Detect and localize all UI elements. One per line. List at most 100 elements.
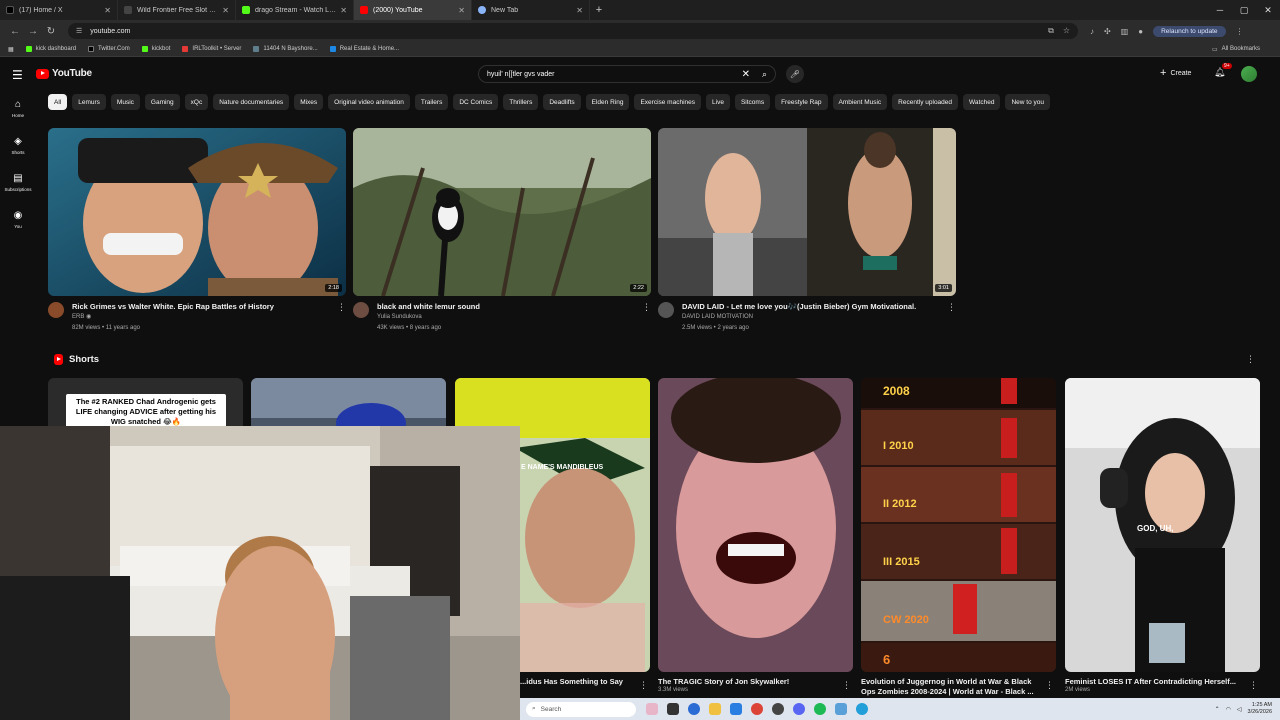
- apps-icon[interactable]: ▦: [8, 46, 14, 53]
- rail-item-you[interactable]: ◉ You: [0, 201, 36, 238]
- search-icon[interactable]: ⌕: [762, 69, 767, 80]
- more-options-icon[interactable]: ⋮: [337, 302, 346, 313]
- chrome-icon[interactable]: [751, 703, 763, 715]
- maximize-icon[interactable]: ▢: [1232, 0, 1256, 20]
- search-box[interactable]: hyuil' n[[tler gvs vader ✕ ⌕: [478, 65, 776, 83]
- short-title[interactable]: The TRAGIC Story of Jon Skywalker!: [658, 677, 838, 687]
- more-options-icon[interactable]: ⋮: [1045, 680, 1054, 691]
- chip[interactable]: Live: [706, 94, 730, 110]
- tab-kick-stream[interactable]: drago Stream - Watch Live on K... ✕: [236, 0, 354, 20]
- video-card[interactable]: 3:01 DAVID LAID - Let me love you🎶(Justi…: [658, 128, 956, 334]
- rail-item-shorts[interactable]: ◈ Shorts: [0, 127, 36, 164]
- more-options-icon[interactable]: ⋮: [842, 680, 851, 691]
- create-button[interactable]: + Create: [1160, 67, 1191, 79]
- chip[interactable]: Recently uploaded: [892, 94, 959, 110]
- tab-youtube[interactable]: (2000) YouTube ✕: [354, 0, 472, 20]
- bookmark-real-estate[interactable]: Real Estate & Home...: [329, 46, 399, 52]
- obs-icon[interactable]: [772, 703, 784, 715]
- short-card[interactable]: 2008 I 2010 II 2012 III 2015 CW 2020 6 E…: [861, 378, 1056, 697]
- video-title[interactable]: black and white lemur sound: [377, 302, 651, 312]
- media-icon[interactable]: ♪: [1090, 27, 1094, 36]
- all-bookmarks[interactable]: ▭ All Bookmarks: [1212, 46, 1260, 53]
- bookmark-star-icon[interactable]: ☆: [1063, 26, 1070, 36]
- short-title[interactable]: Evolution of Juggernog in World at War &…: [861, 677, 1041, 697]
- more-options-icon[interactable]: ⋮: [1249, 680, 1258, 691]
- video-thumbnail[interactable]: 2:18: [48, 128, 346, 296]
- menu-icon[interactable]: ⋮: [1236, 27, 1244, 36]
- forward-icon[interactable]: →: [24, 26, 42, 37]
- rail-item-subscriptions[interactable]: ▤ Subscriptions: [0, 164, 36, 201]
- close-window-icon[interactable]: ✕: [1256, 0, 1280, 20]
- tab-slot-game[interactable]: Wild Frontier Free Slot Game b...✕: [118, 0, 236, 20]
- chip[interactable]: Nature documentaries: [213, 94, 290, 110]
- chip[interactable]: Original video animation: [328, 94, 410, 110]
- tab-new-tab[interactable]: New Tab ✕: [472, 0, 590, 20]
- channel-name[interactable]: DAVID LAID MOTIVATION: [682, 312, 956, 323]
- close-icon[interactable]: ✕: [104, 6, 111, 15]
- channel-name[interactable]: ERB ◉: [72, 312, 346, 323]
- chip[interactable]: Trailers: [414, 94, 449, 110]
- sidepanel-icon[interactable]: ▥: [1121, 27, 1129, 36]
- youtube-logo[interactable]: YouTube: [36, 68, 92, 79]
- site-info-icon[interactable]: ☰: [76, 27, 82, 35]
- short-thumbnail[interactable]: GOD, UH,: [1065, 378, 1260, 672]
- chip[interactable]: Deadlifts: [543, 94, 581, 110]
- bookmark-twitter[interactable]: Twitter.Com: [88, 46, 130, 52]
- file-explorer-icon[interactable]: [709, 703, 721, 715]
- chip[interactable]: Exercise machines: [634, 94, 702, 110]
- more-options-icon[interactable]: ⋮: [947, 302, 956, 313]
- install-icon[interactable]: ⧉: [1048, 26, 1054, 36]
- profile-icon[interactable]: ●: [1138, 27, 1143, 36]
- close-icon[interactable]: ✕: [340, 6, 347, 15]
- shorts-more-icon[interactable]: ⋮: [1246, 354, 1255, 365]
- task-view-icon[interactable]: [667, 703, 679, 715]
- clear-search-icon[interactable]: ✕: [742, 69, 750, 80]
- video-title[interactable]: DAVID LAID - Let me love you🎶(Justin Bie…: [682, 302, 956, 312]
- minimize-icon[interactable]: ─: [1208, 0, 1232, 20]
- short-card[interactable]: GOD, UH, Feminist LOSES IT After Contrad…: [1065, 378, 1260, 693]
- back-icon[interactable]: ←: [6, 26, 24, 37]
- video-thumbnail[interactable]: 2:22: [353, 128, 651, 296]
- account-avatar[interactable]: [1241, 66, 1257, 82]
- guide-menu-icon[interactable]: ☰: [12, 68, 23, 82]
- short-title[interactable]: ...idus Has Something to Say: [520, 677, 638, 687]
- chip[interactable]: Freestyle Rap: [775, 94, 828, 110]
- app-icon[interactable]: [835, 703, 847, 715]
- video-card[interactable]: 2:22 black and white lemur sound Yulia S…: [353, 128, 651, 334]
- video-thumbnail[interactable]: 3:01: [658, 128, 956, 296]
- chip[interactable]: Music: [110, 94, 140, 110]
- bookmark-irltoolkit[interactable]: IRLToolkit • Server: [182, 46, 241, 52]
- close-icon[interactable]: ✕: [576, 6, 583, 15]
- wifi-icon[interactable]: ◠: [1226, 706, 1231, 713]
- channel-avatar[interactable]: [48, 302, 64, 318]
- channel-avatar[interactable]: [353, 302, 369, 318]
- close-icon[interactable]: ✕: [458, 6, 465, 15]
- short-thumbnail[interactable]: [658, 378, 853, 672]
- tray-chevron-icon[interactable]: ⌃: [1215, 706, 1220, 713]
- channel-avatar[interactable]: [658, 302, 674, 318]
- video-title[interactable]: Rick Grimes vs Walter White. Epic Rap Ba…: [72, 302, 346, 312]
- extensions-icon[interactable]: ✣: [1104, 27, 1111, 36]
- close-icon[interactable]: ✕: [222, 6, 229, 15]
- short-thumbnail[interactable]: 2008 I 2010 II 2012 III 2015 CW 2020 6: [861, 378, 1056, 672]
- more-options-icon[interactable]: ⋮: [639, 680, 648, 691]
- rail-item-home[interactable]: ⌂ Home: [0, 90, 36, 127]
- taskbar-search[interactable]: ⌕ Search: [526, 701, 636, 717]
- bookmark-kickbot[interactable]: kickbot: [141, 46, 170, 52]
- chip[interactable]: New to you: [1005, 94, 1050, 110]
- reload-icon[interactable]: ↻: [42, 26, 60, 37]
- edge-icon[interactable]: [688, 703, 700, 715]
- spotify-icon[interactable]: [814, 703, 826, 715]
- chip[interactable]: Mixes: [294, 94, 324, 110]
- bookmark-kick-dashboard[interactable]: kick dashboard: [25, 46, 76, 52]
- relaunch-button[interactable]: Relaunch to update: [1153, 25, 1226, 37]
- chip[interactable]: Thrillers: [503, 94, 539, 110]
- clock[interactable]: 1:25 AM 3/26/2026: [1248, 702, 1272, 716]
- address-bar[interactable]: ☰ youtube.com ⧉ ☆: [68, 23, 1078, 39]
- telegram-icon[interactable]: [856, 703, 868, 715]
- tab-x-home[interactable]: (17) Home / X ✕: [0, 0, 118, 20]
- new-tab-button[interactable]: +: [590, 4, 608, 16]
- short-title[interactable]: Feminist LOSES IT After Contradicting He…: [1065, 677, 1245, 687]
- voice-search-icon[interactable]: 🎤︎: [786, 65, 804, 83]
- channel-name[interactable]: Yulia Sundukova: [377, 312, 651, 323]
